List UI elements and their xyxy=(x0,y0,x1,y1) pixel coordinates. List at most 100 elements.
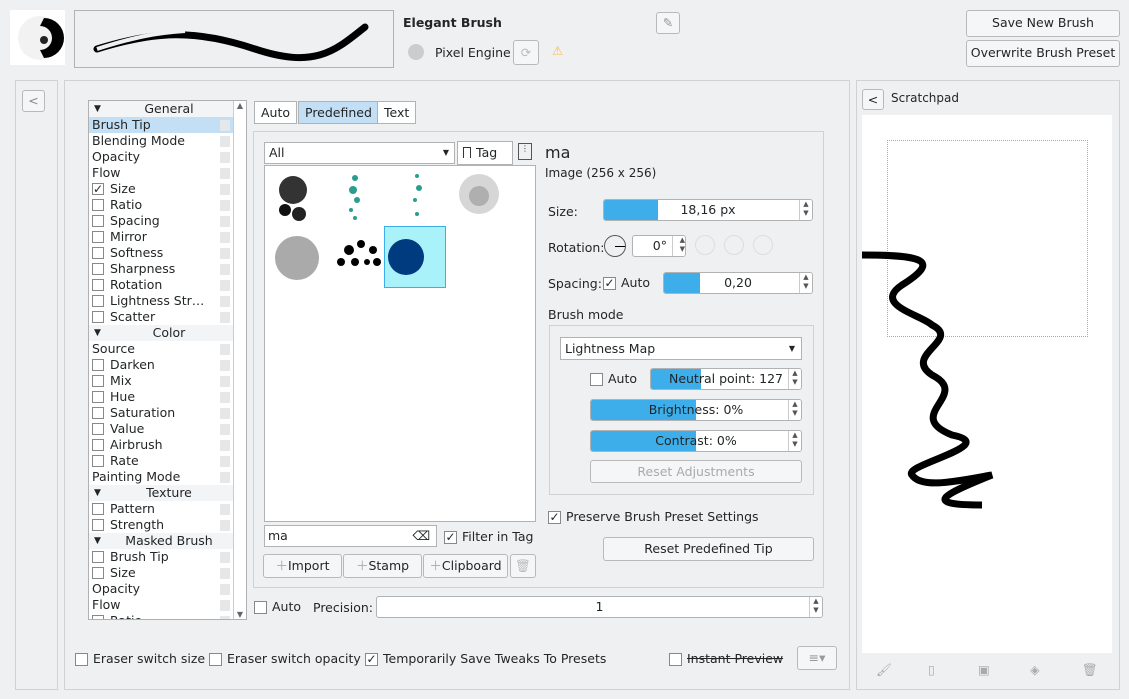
option-checkbox[interactable]: ✓ xyxy=(92,182,104,195)
option-category[interactable]: ▼ Masked Brush xyxy=(89,533,246,549)
lock-icon[interactable] xyxy=(220,264,230,275)
lock-icon[interactable] xyxy=(220,424,230,435)
option-item[interactable]: Darken xyxy=(89,357,246,373)
option-category[interactable]: ▼ General xyxy=(89,101,246,117)
collapse-scratchpad-button[interactable]: < xyxy=(862,89,884,110)
paint-brush-icon[interactable]: 🖌 xyxy=(876,662,892,678)
stamp-button[interactable]: ＋Stamp xyxy=(343,554,422,578)
reload-engine-button[interactable]: ⟳ xyxy=(513,40,539,65)
option-item[interactable]: Scatter xyxy=(89,309,246,325)
filter-in-tag-checkbox[interactable]: ✓ Filter in Tag xyxy=(444,529,533,544)
lock-icon[interactable] xyxy=(220,152,230,163)
tip-thumb[interactable] xyxy=(331,170,387,226)
tip-thumb[interactable] xyxy=(391,170,447,226)
option-item[interactable]: Size xyxy=(89,565,246,581)
precision-auto-checkbox[interactable]: Auto xyxy=(254,599,301,614)
paintop-options-list[interactable]: ▼ General Brush Tip Blending Mode Opacity Flo… xyxy=(88,100,247,620)
collapse-icon[interactable]: ▼ xyxy=(94,325,101,341)
tab-auto[interactable]: Auto xyxy=(254,101,298,124)
option-item[interactable]: Value xyxy=(89,421,246,437)
lock-icon[interactable] xyxy=(220,600,230,611)
option-checkbox[interactable] xyxy=(92,214,104,227)
option-item[interactable]: Source xyxy=(89,341,246,357)
rotation-dial[interactable] xyxy=(604,235,626,257)
tip-thumb[interactable] xyxy=(271,228,327,284)
option-item[interactable]: Opacity xyxy=(89,581,246,597)
lock-icon[interactable] xyxy=(220,344,230,355)
option-checkbox[interactable] xyxy=(92,230,104,243)
overwrite-preset-button[interactable]: Overwrite Brush Preset xyxy=(966,40,1120,67)
clear-scratchpad-icon[interactable]: 🗑 xyxy=(1082,662,1098,678)
instant-preview-checkbox[interactable]: Instant Preview xyxy=(669,651,783,666)
lock-icon[interactable] xyxy=(220,360,230,371)
instant-preview-menu-button[interactable]: ≡▾ xyxy=(797,646,837,670)
option-checkbox[interactable] xyxy=(92,422,104,435)
option-item[interactable]: Airbrush xyxy=(89,437,246,453)
option-checkbox[interactable] xyxy=(92,374,104,387)
tip-search-input[interactable]: ma ⌫ xyxy=(264,525,437,547)
spacing-auto-checkbox[interactable]: ✓ Auto xyxy=(603,275,650,290)
import-button[interactable]: ＋Import xyxy=(263,554,342,578)
lock-icon[interactable] xyxy=(220,408,230,419)
neutral-point-slider[interactable]: Neutral point: 127 ▲ ▼ xyxy=(650,368,802,390)
brush-mode-combo[interactable]: Lightness Map ▼ xyxy=(560,337,802,360)
option-item[interactable]: Mirror xyxy=(89,229,246,245)
option-item[interactable]: Blending Mode xyxy=(89,133,246,149)
reset-predefined-tip-button[interactable]: Reset Predefined Tip xyxy=(603,537,814,561)
option-checkbox[interactable] xyxy=(92,406,104,419)
lock-icon[interactable] xyxy=(220,216,230,227)
option-item[interactable]: Flow xyxy=(89,597,246,613)
option-item[interactable]: Pattern xyxy=(89,501,246,517)
option-checkbox[interactable] xyxy=(92,294,104,307)
option-checkbox[interactable] xyxy=(92,310,104,323)
neutral-auto-checkbox[interactable]: Auto xyxy=(590,371,637,386)
lock-icon[interactable] xyxy=(220,136,230,147)
option-item[interactable]: Painting Mode xyxy=(89,469,246,485)
option-item[interactable]: Softness xyxy=(89,245,246,261)
lock-icon[interactable] xyxy=(220,584,230,595)
option-checkbox[interactable] xyxy=(92,454,104,467)
option-item[interactable]: Spacing xyxy=(89,213,246,229)
option-checkbox[interactable] xyxy=(92,246,104,259)
lock-icon[interactable] xyxy=(220,440,230,451)
brightness-slider[interactable]: Brightness: 0% ▲ ▼ xyxy=(590,399,802,421)
lock-icon[interactable] xyxy=(220,552,230,563)
spacing-slider[interactable]: 0,20 ▲ ▼ xyxy=(663,272,813,294)
option-item[interactable]: ✓ Size xyxy=(89,181,246,197)
option-item[interactable]: Hue xyxy=(89,389,246,405)
tip-thumb[interactable] xyxy=(271,170,327,226)
option-checkbox[interactable] xyxy=(92,278,104,291)
tab-text[interactable]: Text xyxy=(377,101,417,124)
option-item[interactable]: Ratio xyxy=(89,197,246,213)
lock-icon[interactable] xyxy=(220,568,230,579)
tip-thumb[interactable] xyxy=(449,170,505,226)
option-item[interactable]: Saturation xyxy=(89,405,246,421)
option-item[interactable]: Rate xyxy=(89,453,246,469)
option-category[interactable]: ▼ Color xyxy=(89,325,246,341)
lock-icon[interactable] xyxy=(220,616,230,619)
preserve-settings-checkbox[interactable]: ✓ Preserve Brush Preset Settings xyxy=(548,509,759,524)
flip-y-icon[interactable] xyxy=(695,235,715,255)
tab-predefined[interactable]: Predefined xyxy=(298,101,379,124)
option-checkbox[interactable] xyxy=(92,614,104,619)
option-item[interactable]: Flow xyxy=(89,165,246,181)
option-checkbox[interactable] xyxy=(92,438,104,451)
contrast-slider[interactable]: Contrast: 0% ▲ ▼ xyxy=(590,430,802,452)
flip-diag-icon[interactable] xyxy=(753,235,773,255)
gradient-fill-icon[interactable]: ▣ xyxy=(978,662,990,677)
option-checkbox[interactable] xyxy=(92,198,104,211)
lock-icon[interactable] xyxy=(220,504,230,515)
lock-icon[interactable] xyxy=(220,520,230,531)
delete-tip-button[interactable]: 🗑 xyxy=(510,554,536,578)
collapse-icon[interactable]: ▼ xyxy=(94,101,101,117)
tip-filter-combo[interactable]: All ▼ xyxy=(264,142,455,164)
flip-x-icon[interactable] xyxy=(724,235,744,255)
option-checkbox[interactable] xyxy=(92,262,104,275)
view-options-icon[interactable]: ⋮ xyxy=(518,143,532,160)
temp-save-checkbox[interactable]: ✓ Temporarily Save Tweaks To Presets xyxy=(365,651,606,666)
option-checkbox[interactable] xyxy=(92,390,104,403)
scratchpad-canvas[interactable] xyxy=(862,115,1112,653)
option-checkbox[interactable] xyxy=(92,502,104,515)
list-scrollbar[interactable]: ▲ ▼ xyxy=(233,101,246,619)
rotation-spinbox[interactable]: 0° ▲ ▼ xyxy=(632,235,686,257)
